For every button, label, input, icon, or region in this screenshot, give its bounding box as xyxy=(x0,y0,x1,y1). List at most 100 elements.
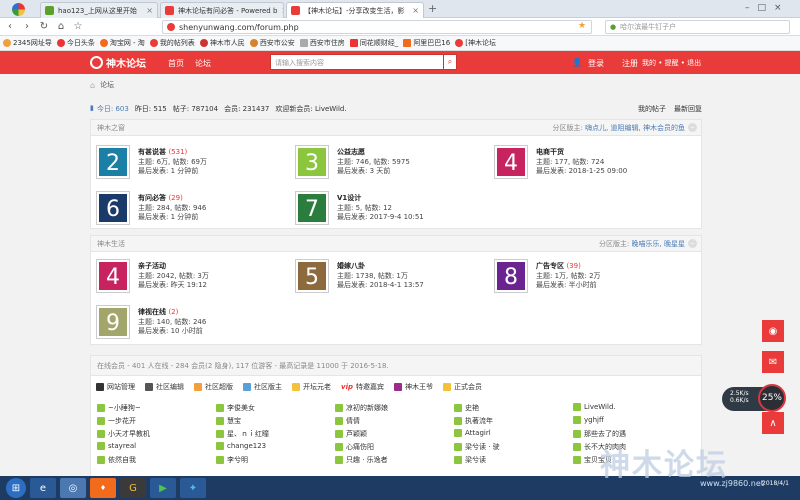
online-member[interactable]: 执著流年 xyxy=(454,416,493,426)
site-logo[interactable]: 神木论坛 xyxy=(90,55,146,70)
forum-last-post[interactable]: 最后发表: 1 分钟前 xyxy=(138,166,198,176)
reload-icon[interactable]: ↻ xyxy=(37,20,51,34)
latest-replies-link[interactable]: 最新回复 xyxy=(674,104,702,114)
forum-name[interactable]: 电商干货 xyxy=(536,147,564,157)
back-to-top-icon[interactable]: ∧ xyxy=(762,412,784,434)
forward-icon[interactable]: › xyxy=(20,20,34,34)
back-icon[interactable]: ‹ xyxy=(3,20,17,34)
home-icon[interactable]: ⌂ xyxy=(90,81,95,90)
speed-percent[interactable]: 25% xyxy=(758,384,786,412)
address-bar[interactable]: shenyunwang.com/forum.php xyxy=(162,20,592,34)
forum-name[interactable]: 广告专区 (39) xyxy=(536,261,581,271)
forum-name[interactable]: 有问必答 (29) xyxy=(138,193,183,203)
forum-card[interactable]: 4 亲子活动 主题: 2042, 帖数: 3万 最后发表: 昨天 19:12 xyxy=(96,259,287,296)
close-icon[interactable]: × xyxy=(277,6,283,15)
online-member[interactable]: stayreal xyxy=(97,442,136,450)
forum-card[interactable]: 7 V1设计 主题: 5, 帖数: 12 最后发表: 2017-9-4 10:5… xyxy=(295,191,486,228)
forum-card[interactable]: 8 广告专区 (39) 主题: 1万, 帖数: 2万 最后发表: 半小时前 xyxy=(494,259,685,296)
tab-hao123[interactable]: hao123_上网从这里开始 × xyxy=(40,2,158,18)
browser-logo-icon[interactable] xyxy=(4,2,32,17)
forum-name[interactable]: 亲子活动 xyxy=(138,261,166,271)
online-member[interactable]: yghjff xyxy=(573,416,604,424)
forum-last-post[interactable]: 最后发表: 半小时前 xyxy=(536,280,597,290)
online-member[interactable]: 芦颖颖 xyxy=(335,429,367,439)
breadcrumb-item[interactable]: 论坛 xyxy=(100,80,114,90)
search-icon[interactable]: ⌕ xyxy=(443,54,457,70)
forum-card[interactable]: 2 有甚说甚 (531) 主题: 6万, 帖数: 69万 最后发表: 1 分钟前 xyxy=(96,145,287,182)
section-title[interactable]: 神木生活 xyxy=(97,239,125,249)
forum-name[interactable]: V1设计 xyxy=(337,193,361,203)
online-member[interactable]: 小天才早教机 xyxy=(97,429,150,439)
tab-forum-home[interactable]: 【神木论坛】-分享改变生活，影 × xyxy=(286,2,424,18)
forum-last-post[interactable]: 最后发表: 10 小时前 xyxy=(138,326,203,336)
weibo-icon[interactable]: ◉ xyxy=(762,320,784,342)
close-icon[interactable]: × xyxy=(142,6,153,15)
close-icon[interactable]: × xyxy=(408,6,419,15)
online-member[interactable]: 李俊美女 xyxy=(216,403,255,413)
browser-search-input[interactable]: ● 哈尔滨最牛钉子户 xyxy=(605,20,790,34)
forum-card[interactable]: 3 公益志愿 主题: 746, 帖数: 5975 最后发表: 3 天前 xyxy=(295,145,486,182)
new-tab-button[interactable]: + xyxy=(428,2,437,15)
mods-names[interactable]: 嗨点儿, 道阻编辑, 神木会员的鱼 xyxy=(585,124,685,132)
online-member[interactable]: 史艳 xyxy=(454,403,479,413)
forum-number-icon[interactable]: 2 xyxy=(96,145,130,179)
bookmark-item[interactable]: 我的帖列表 xyxy=(149,38,195,48)
section-title[interactable]: 神木之窗 xyxy=(97,123,125,133)
g-app-icon[interactable]: G xyxy=(120,478,146,498)
bookmark-item[interactable]: 今日头条 xyxy=(56,38,95,48)
bookmark-item[interactable]: 同花顺财经_ xyxy=(349,38,398,48)
online-member[interactable]: 倩倩 xyxy=(335,416,360,426)
app-taskbar-icon[interactable]: ♦ xyxy=(90,478,116,498)
collapse-icon[interactable]: − xyxy=(688,239,697,248)
forum-number-icon[interactable]: 7 xyxy=(295,191,329,225)
online-member[interactable]: 凉初的新娜娘 xyxy=(335,403,388,413)
online-member[interactable]: 一步花开 xyxy=(97,416,136,426)
bookmark-item[interactable]: 神木市人民 xyxy=(199,38,245,48)
online-member[interactable]: 星、ｎｉ红瞳 xyxy=(216,429,269,439)
online-member[interactable]: ~小睡狗~ xyxy=(97,403,141,413)
online-member[interactable]: 只趣 · 乐逸者 xyxy=(335,455,388,465)
online-member[interactable]: 李兮明 xyxy=(216,455,248,465)
forum-number-icon[interactable]: 4 xyxy=(494,145,528,179)
online-member[interactable]: 慧宝 xyxy=(216,416,241,426)
home-icon[interactable]: ⌂ xyxy=(54,20,68,34)
clock[interactable]: 2018/4/1 xyxy=(762,480,789,487)
forum-number-icon[interactable]: 5 xyxy=(295,259,329,293)
bookmark-item[interactable]: 淘宝网 - 淘 xyxy=(99,38,145,48)
bookmark-item[interactable]: 西安市公安 xyxy=(249,38,295,48)
register-link[interactable]: 注册 xyxy=(622,58,638,69)
bookmark-item[interactable]: [神木论坛 xyxy=(455,38,496,48)
forum-last-post[interactable]: 最后发表: 2018-4-1 13:57 xyxy=(337,280,424,290)
online-header[interactable]: 在线会员 - 401 人在线 - 284 会员(2 隐身), 117 位游客 -… xyxy=(91,356,701,376)
my-posts-link[interactable]: 我的帖子 xyxy=(638,104,666,114)
forum-name[interactable]: 律视在线 (2) xyxy=(138,307,178,317)
nav-home[interactable]: 首页 xyxy=(168,58,184,69)
bookmark-star-icon[interactable]: ☆ xyxy=(71,20,85,34)
collapse-icon[interactable]: − xyxy=(688,123,697,132)
online-member[interactable]: 梁兮读 xyxy=(454,455,486,465)
forum-name[interactable]: 有甚说甚 (531) xyxy=(138,147,187,157)
online-member[interactable]: 梁兮读 · 驶 xyxy=(454,442,500,452)
forum-number-icon[interactable]: 4 xyxy=(96,259,130,293)
forum-last-post[interactable]: 最后发表: 2018-1-25 09:00 xyxy=(536,166,627,176)
bookmark-item[interactable]: 2345网址导 xyxy=(3,38,52,48)
forum-number-icon[interactable]: 3 xyxy=(295,145,329,179)
forum-last-post[interactable]: 最后发表: 3 天前 xyxy=(337,166,390,176)
forum-card[interactable]: 4 电商干货 主题: 177, 帖数: 724 最后发表: 2018-1-25 … xyxy=(494,145,685,182)
mods-names[interactable]: 晚喵乐乐, 晚星星 xyxy=(632,240,685,248)
media-player-icon[interactable]: ▶ xyxy=(150,478,176,498)
user-links[interactable]: 我的 • 提醒 • 退出 xyxy=(642,58,701,68)
nav-forum[interactable]: 论坛 xyxy=(195,58,211,69)
site-search-input[interactable]: 请输入搜索内容 xyxy=(270,54,444,70)
stat-welcome[interactable]: 欢迎新会员: LiveWild. xyxy=(275,104,346,114)
minimize-icon[interactable]: – xyxy=(745,3,750,13)
maximize-icon[interactable]: □ xyxy=(758,3,767,13)
forum-card[interactable]: 6 有问必答 (29) 主题: 284, 帖数: 946 最后发表: 1 分钟前 xyxy=(96,191,287,228)
login-link[interactable]: 登录 xyxy=(588,58,604,69)
forum-card[interactable]: 5 婚嫁八卦 主题: 1738, 帖数: 1万 最后发表: 2018-4-1 1… xyxy=(295,259,486,296)
forum-card[interactable]: 9 律视在线 (2) 主题: 140, 帖数: 246 最后发表: 10 小时前 xyxy=(96,305,287,342)
online-member[interactable]: 依然自我 xyxy=(97,455,136,465)
favorite-star-icon[interactable]: ★ xyxy=(578,21,586,31)
forum-number-icon[interactable]: 6 xyxy=(96,191,130,225)
chat-icon[interactable]: ✉ xyxy=(762,351,784,373)
